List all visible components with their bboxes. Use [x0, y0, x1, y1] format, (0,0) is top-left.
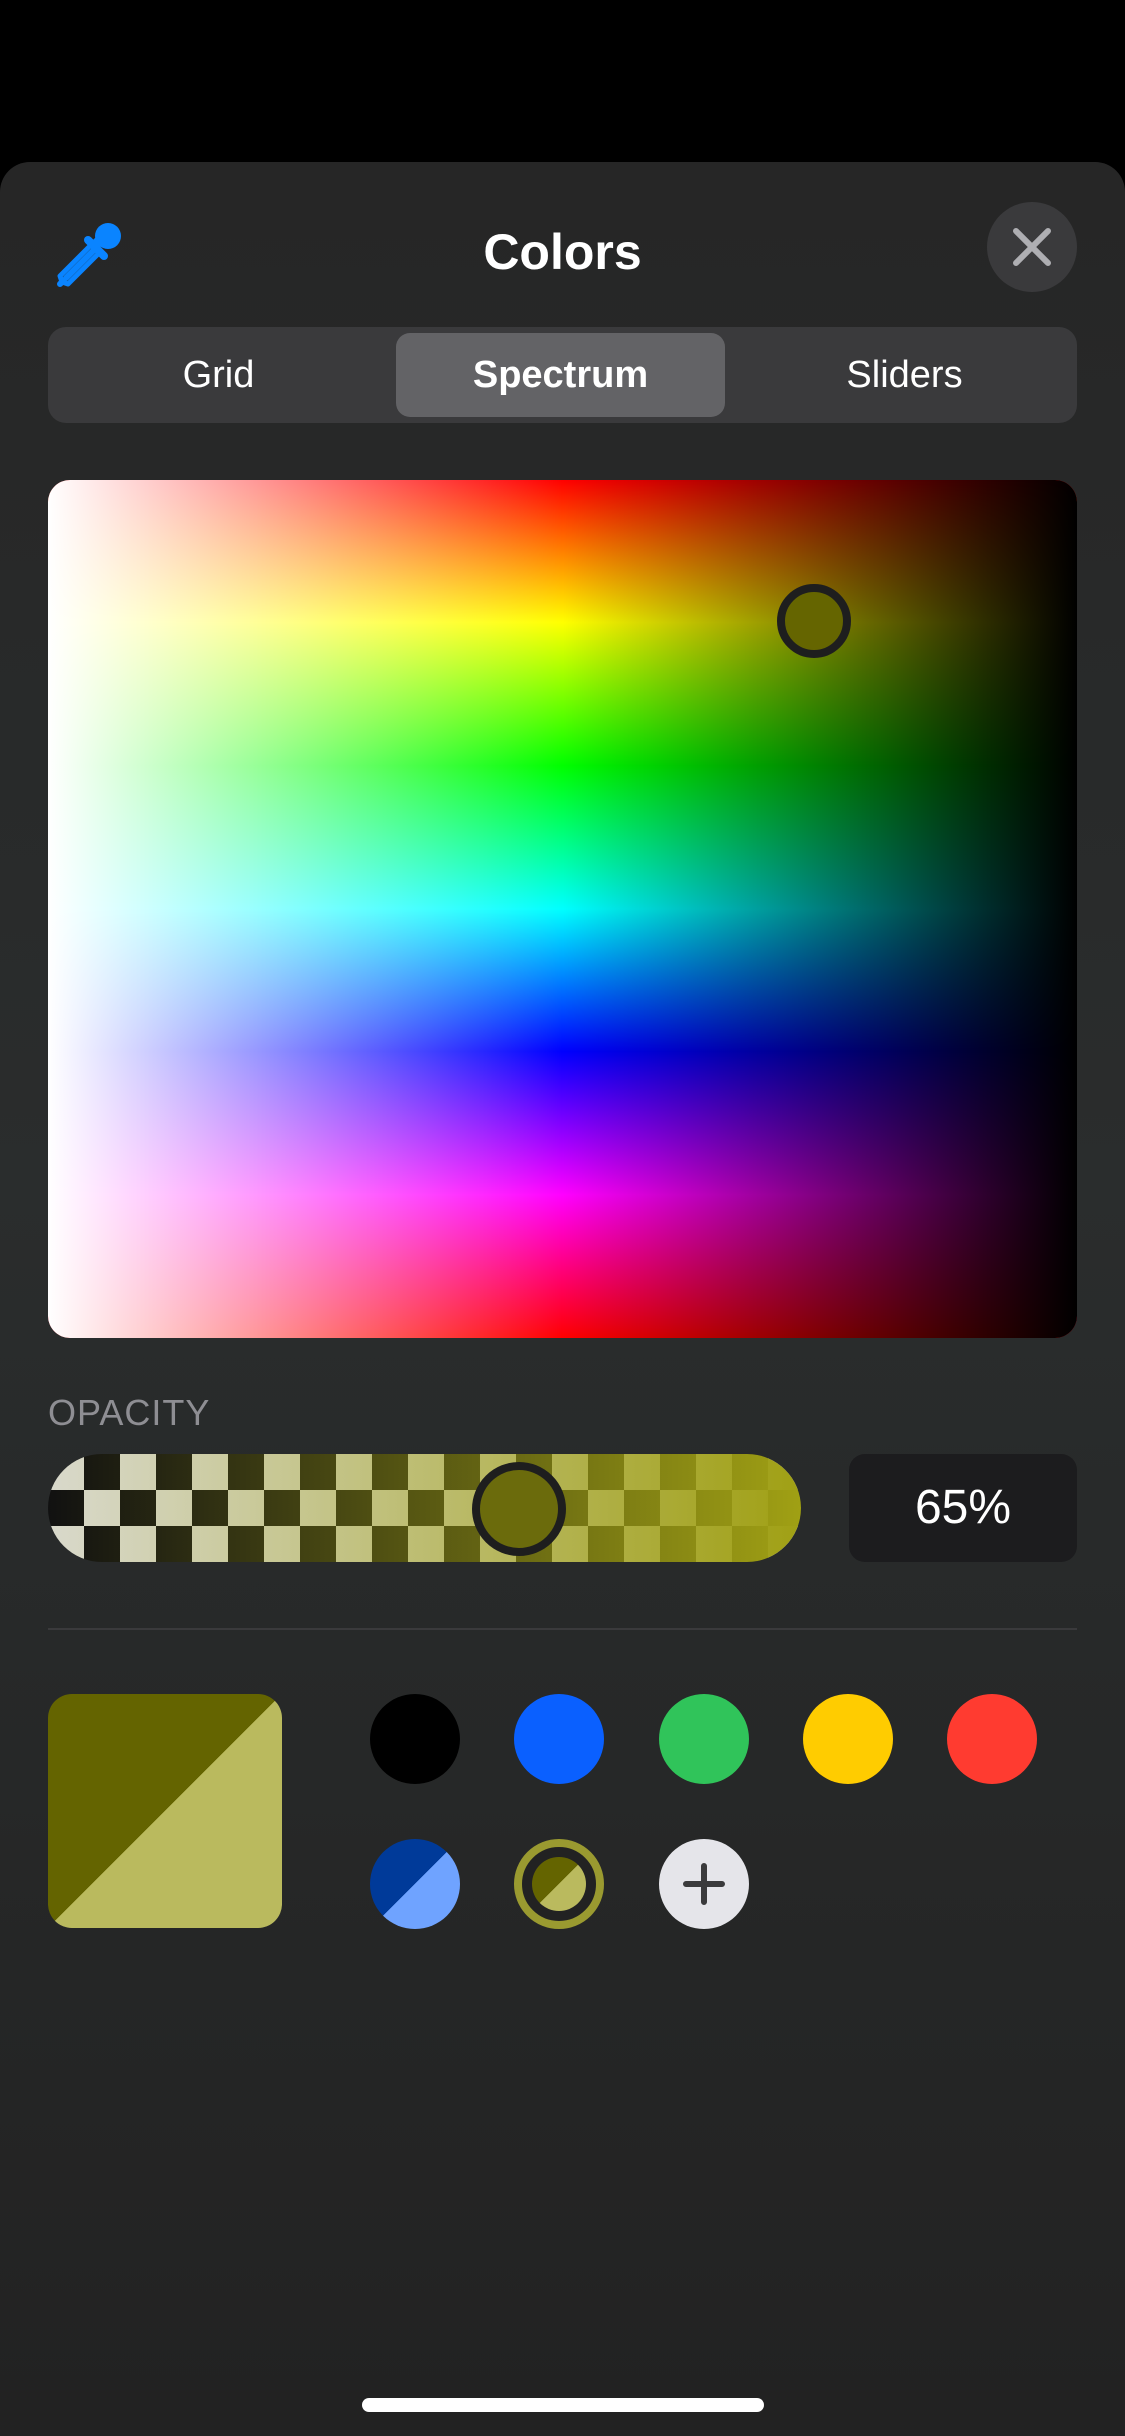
tab-sliders[interactable]: Sliders: [740, 333, 1069, 417]
mode-segmented-control: Grid Spectrum Sliders: [48, 327, 1077, 423]
divider: [48, 1628, 1077, 1630]
swatch-olive-inner: [532, 1857, 586, 1911]
swatch-olive-selected[interactable]: [514, 1839, 604, 1929]
add-swatch-button[interactable]: [659, 1839, 749, 1929]
swatch-dark-blue[interactable]: [370, 1839, 460, 1929]
current-color-preview: [48, 1694, 282, 1928]
home-indicator: [362, 2398, 764, 2412]
opacity-label: OPACITY: [48, 1392, 211, 1433]
tab-grid[interactable]: Grid: [54, 333, 383, 417]
colors-sheet: Colors Grid Spectrum Sliders OPACITY 65%: [0, 162, 1125, 2436]
plus-icon: [683, 1863, 725, 1905]
close-icon: [1013, 228, 1051, 266]
swatch-green[interactable]: [659, 1694, 749, 1784]
swatch-black[interactable]: [370, 1694, 460, 1784]
opacity-value-field[interactable]: 65%: [849, 1454, 1077, 1562]
swatch-blue[interactable]: [514, 1694, 604, 1784]
spectrum-handle[interactable]: [777, 584, 851, 658]
opacity-slider[interactable]: [48, 1454, 801, 1562]
opacity-gradient: [48, 1454, 801, 1562]
opacity-slider-handle[interactable]: [472, 1462, 566, 1556]
page-title: Colors: [483, 224, 642, 280]
spectrum-black-overlay: [48, 480, 1077, 1338]
color-picker-screen: Colors Grid Spectrum Sliders OPACITY 65%: [0, 0, 1125, 2436]
close-button[interactable]: [987, 202, 1077, 292]
spectrum-picker[interactable]: [48, 480, 1077, 1338]
tab-spectrum[interactable]: Spectrum: [396, 333, 725, 417]
swatch-yellow[interactable]: [803, 1694, 893, 1784]
swatch-red[interactable]: [947, 1694, 1037, 1784]
